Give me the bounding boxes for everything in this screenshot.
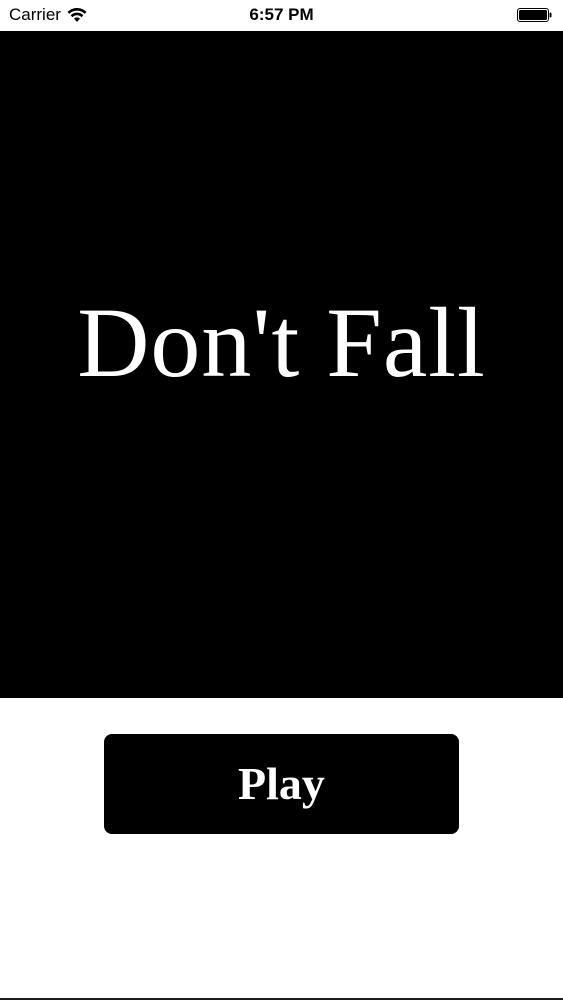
play-button[interactable]: Play [104, 734, 459, 834]
status-time: 6:57 PM [249, 5, 314, 24]
title-panel: Don't Fall [0, 31, 563, 698]
play-button-label: Play [238, 758, 325, 809]
battery-full-icon [517, 8, 552, 22]
status-bar: Carrier 6:57 PM [0, 0, 563, 31]
game-title: Don't Fall [77, 287, 486, 398]
